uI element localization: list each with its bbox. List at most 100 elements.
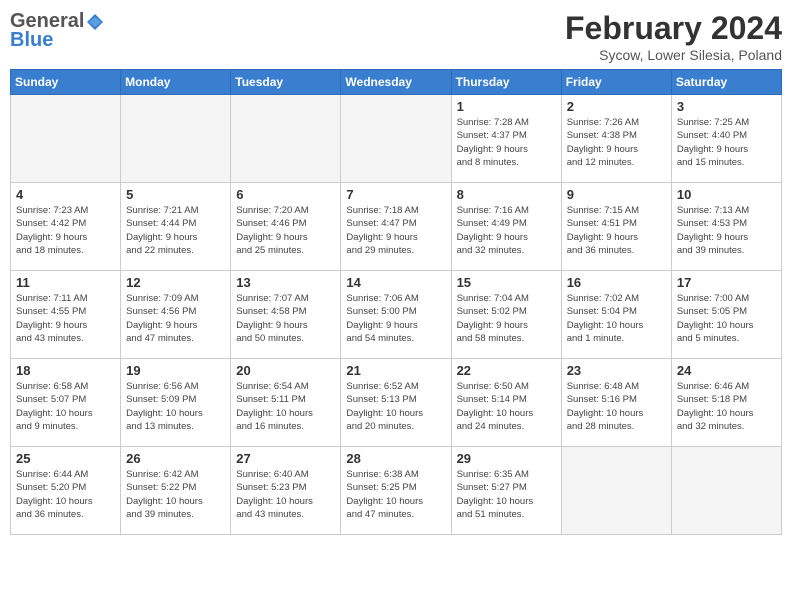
day-detail: Sunrise: 7:11 AM Sunset: 4:55 PM Dayligh… (16, 292, 115, 345)
day-number: 17 (677, 275, 776, 290)
calendar-cell (341, 95, 451, 183)
calendar-cell: 14 Sunrise: 7:06 AM Sunset: 5:00 PM Dayli… (341, 271, 451, 359)
calendar-cell: 7 Sunrise: 7:18 AM Sunset: 4:47 PM Daylig… (341, 183, 451, 271)
page-header: General Blue February 2024 Sycow, Lower … (10, 10, 782, 63)
day-detail: Sunrise: 7:16 AM Sunset: 4:49 PM Dayligh… (457, 204, 556, 257)
calendar-cell (231, 95, 341, 183)
calendar-cell: 21Sunrise: 6:52 AM Sunset: 5:13 PM Dayli… (341, 359, 451, 447)
day-detail: Sunrise: 7:20 AM Sunset: 4:46 PM Dayligh… (236, 204, 335, 257)
calendar-cell: 9 Sunrise: 7:15 AM Sunset: 4:51 PM Daylig… (561, 183, 671, 271)
day-number: 10 (677, 187, 776, 202)
calendar-cell: 5 Sunrise: 7:21 AM Sunset: 4:44 PM Daylig… (121, 183, 231, 271)
day-number: 22 (457, 363, 556, 378)
logo-blue: Blue (10, 29, 53, 52)
day-detail: Sunrise: 6:58 AM Sunset: 5:07 PM Dayligh… (16, 380, 115, 433)
day-number: 4 (16, 187, 115, 202)
calendar-cell: 15 Sunrise: 7:04 AM Sunset: 5:02 PM Dayli… (451, 271, 561, 359)
title-block: February 2024 Sycow, Lower Silesia, Pola… (565, 10, 782, 63)
logo-icon (85, 12, 105, 32)
calendar-cell: 23 Sunrise: 6:48 AM Sunset: 5:16 PM Dayli… (561, 359, 671, 447)
day-detail: Sunrise: 7:25 AM Sunset: 4:40 PM Dayligh… (677, 116, 776, 169)
day-detail: Sunrise: 7:15 AM Sunset: 4:51 PM Dayligh… (567, 204, 666, 257)
day-number: 15 (457, 275, 556, 290)
day-detail: Sunrise: 6:40 AM Sunset: 5:23 PM Dayligh… (236, 468, 335, 521)
day-number: 18 (16, 363, 115, 378)
day-number: 16 (567, 275, 666, 290)
calendar-cell (561, 447, 671, 535)
calendar-table: SundayMondayTuesdayWednesdayThursdayFrid… (10, 69, 782, 535)
day-detail: Sunrise: 6:56 AM Sunset: 5:09 PM Dayligh… (126, 380, 225, 433)
weekday-header-monday: Monday (121, 70, 231, 95)
calendar-cell: 19 Sunrise: 6:56 AM Sunset: 5:09 PM Dayli… (121, 359, 231, 447)
day-number: 12 (126, 275, 225, 290)
day-detail: Sunrise: 6:38 AM Sunset: 5:25 PM Dayligh… (346, 468, 445, 521)
week-row-4: 18 Sunrise: 6:58 AM Sunset: 5:07 PM Dayli… (11, 359, 782, 447)
day-detail: Sunrise: 7:28 AM Sunset: 4:37 PM Dayligh… (457, 116, 556, 169)
week-row-2: 4 Sunrise: 7:23 AM Sunset: 4:42 PM Daylig… (11, 183, 782, 271)
day-detail: Sunrise: 7:06 AM Sunset: 5:00 PM Dayligh… (346, 292, 445, 345)
calendar-title: February 2024 (565, 10, 782, 47)
day-number: 13 (236, 275, 335, 290)
day-number: 6 (236, 187, 335, 202)
calendar-cell: 10Sunrise: 7:13 AM Sunset: 4:53 PM Dayli… (671, 183, 781, 271)
calendar-cell: 11Sunrise: 7:11 AM Sunset: 4:55 PM Dayli… (11, 271, 121, 359)
calendar-cell: 24 Sunrise: 6:46 AM Sunset: 5:18 PM Dayli… (671, 359, 781, 447)
day-number: 20 (236, 363, 335, 378)
day-number: 24 (677, 363, 776, 378)
day-detail: Sunrise: 6:50 AM Sunset: 5:14 PM Dayligh… (457, 380, 556, 433)
weekday-header-friday: Friday (561, 70, 671, 95)
calendar-cell (121, 95, 231, 183)
day-number: 26 (126, 451, 225, 466)
calendar-cell: 25 Sunrise: 6:44 AM Sunset: 5:20 PM Dayli… (11, 447, 121, 535)
day-number: 14 (346, 275, 445, 290)
day-number: 21 (346, 363, 445, 378)
day-number: 27 (236, 451, 335, 466)
calendar-cell (11, 95, 121, 183)
day-number: 3 (677, 99, 776, 114)
calendar-cell: 2Sunrise: 7:26 AM Sunset: 4:38 PM Daylig… (561, 95, 671, 183)
day-detail: Sunrise: 7:00 AM Sunset: 5:05 PM Dayligh… (677, 292, 776, 345)
day-number: 23 (567, 363, 666, 378)
day-detail: Sunrise: 6:54 AM Sunset: 5:11 PM Dayligh… (236, 380, 335, 433)
day-detail: Sunrise: 7:26 AM Sunset: 4:38 PM Dayligh… (567, 116, 666, 169)
day-number: 9 (567, 187, 666, 202)
day-detail: Sunrise: 6:48 AM Sunset: 5:16 PM Dayligh… (567, 380, 666, 433)
weekday-header-row: SundayMondayTuesdayWednesdayThursdayFrid… (11, 70, 782, 95)
week-row-3: 11Sunrise: 7:11 AM Sunset: 4:55 PM Dayli… (11, 271, 782, 359)
day-number: 25 (16, 451, 115, 466)
weekday-header-saturday: Saturday (671, 70, 781, 95)
calendar-cell: 20 Sunrise: 6:54 AM Sunset: 5:11 PM Dayli… (231, 359, 341, 447)
day-detail: Sunrise: 7:04 AM Sunset: 5:02 PM Dayligh… (457, 292, 556, 345)
calendar-cell: 8 Sunrise: 7:16 AM Sunset: 4:49 PM Daylig… (451, 183, 561, 271)
calendar-cell: 13Sunrise: 7:07 AM Sunset: 4:58 PM Dayli… (231, 271, 341, 359)
weekday-header-thursday: Thursday (451, 70, 561, 95)
day-detail: Sunrise: 7:18 AM Sunset: 4:47 PM Dayligh… (346, 204, 445, 257)
calendar-cell: 28 Sunrise: 6:38 AM Sunset: 5:25 PM Dayli… (341, 447, 451, 535)
day-detail: Sunrise: 7:02 AM Sunset: 5:04 PM Dayligh… (567, 292, 666, 345)
calendar-cell: 3 Sunrise: 7:25 AM Sunset: 4:40 PM Daylig… (671, 95, 781, 183)
day-number: 28 (346, 451, 445, 466)
weekday-header-sunday: Sunday (11, 70, 121, 95)
weekday-header-wednesday: Wednesday (341, 70, 451, 95)
calendar-cell: 12 Sunrise: 7:09 AM Sunset: 4:56 PM Dayli… (121, 271, 231, 359)
calendar-cell: 6 Sunrise: 7:20 AM Sunset: 4:46 PM Daylig… (231, 183, 341, 271)
day-number: 19 (126, 363, 225, 378)
day-number: 29 (457, 451, 556, 466)
day-detail: Sunrise: 7:21 AM Sunset: 4:44 PM Dayligh… (126, 204, 225, 257)
day-number: 1 (457, 99, 556, 114)
day-detail: Sunrise: 6:44 AM Sunset: 5:20 PM Dayligh… (16, 468, 115, 521)
day-detail: Sunrise: 7:09 AM Sunset: 4:56 PM Dayligh… (126, 292, 225, 345)
week-row-1: 1 Sunrise: 7:28 AM Sunset: 4:37 PM Daylig… (11, 95, 782, 183)
day-number: 7 (346, 187, 445, 202)
logo: General Blue (10, 10, 106, 52)
day-number: 8 (457, 187, 556, 202)
day-detail: Sunrise: 6:46 AM Sunset: 5:18 PM Dayligh… (677, 380, 776, 433)
day-number: 5 (126, 187, 225, 202)
calendar-cell: 4 Sunrise: 7:23 AM Sunset: 4:42 PM Daylig… (11, 183, 121, 271)
calendar-cell: 29Sunrise: 6:35 AM Sunset: 5:27 PM Dayli… (451, 447, 561, 535)
calendar-cell: 18 Sunrise: 6:58 AM Sunset: 5:07 PM Dayli… (11, 359, 121, 447)
calendar-cell: 1 Sunrise: 7:28 AM Sunset: 4:37 PM Daylig… (451, 95, 561, 183)
calendar-subtitle: Sycow, Lower Silesia, Poland (565, 47, 782, 63)
day-detail: Sunrise: 7:23 AM Sunset: 4:42 PM Dayligh… (16, 204, 115, 257)
calendar-cell: 22 Sunrise: 6:50 AM Sunset: 5:14 PM Dayli… (451, 359, 561, 447)
